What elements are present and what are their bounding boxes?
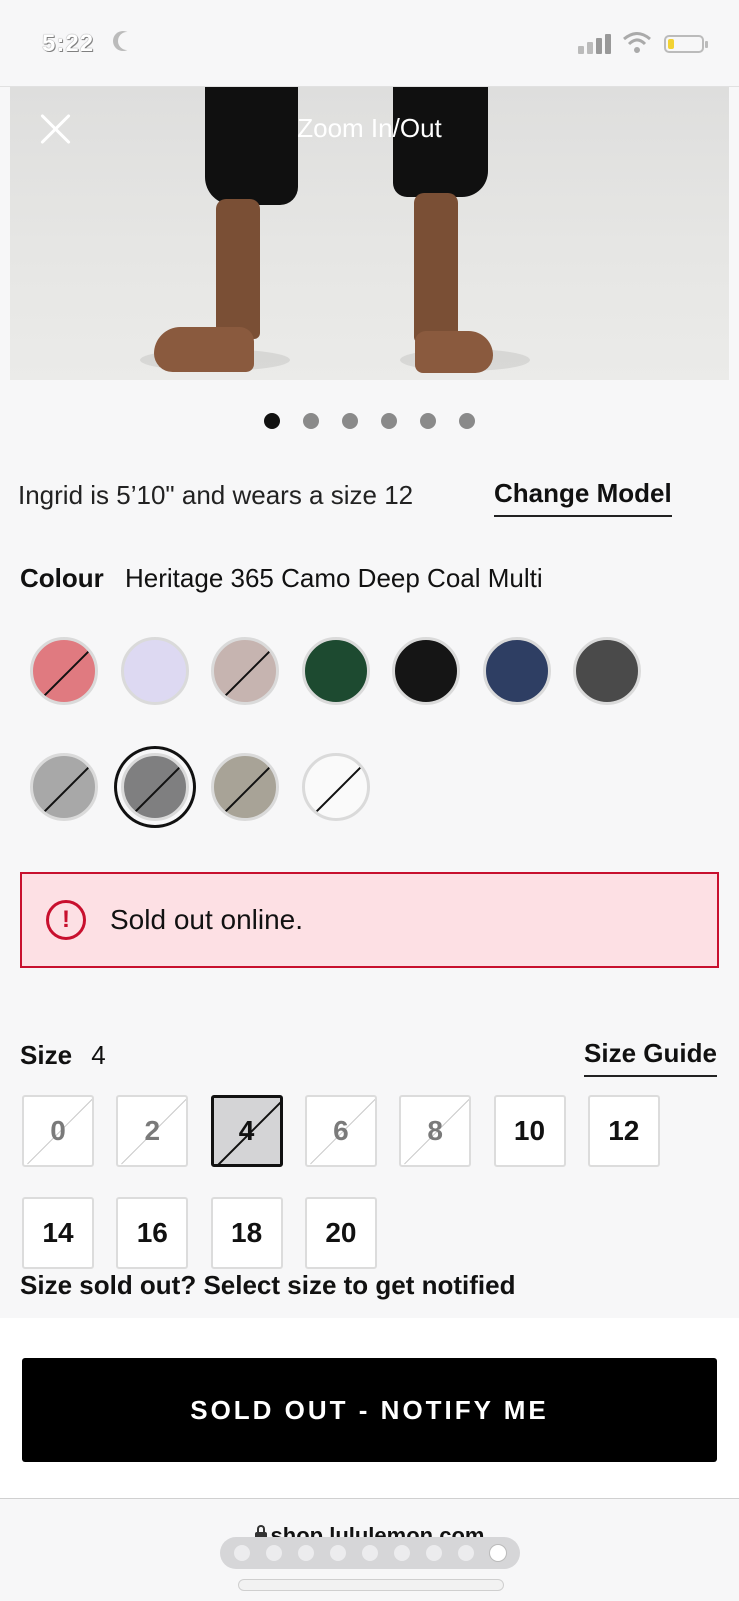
size-option-label: 8 xyxy=(427,1115,443,1146)
carousel-dot[interactable] xyxy=(459,413,475,429)
sold-out-slash xyxy=(217,642,276,702)
zoom-label[interactable]: Zoom In/Out xyxy=(10,113,729,144)
sold-out-alert: ! Sold out online. xyxy=(20,872,719,968)
size-label: Size xyxy=(20,1040,73,1070)
status-time: 5:22 xyxy=(42,30,95,57)
colour-swatch-pink[interactable] xyxy=(30,637,98,705)
size-option-6[interactable]: 6 xyxy=(304,1095,377,1167)
size-option-label: 6 xyxy=(333,1115,349,1146)
colour-swatch-lavender[interactable] xyxy=(120,637,189,705)
size-option-4[interactable]: 4 xyxy=(210,1095,283,1167)
size-guide-link[interactable]: Size Guide xyxy=(584,1038,717,1077)
tab-dot xyxy=(458,1545,474,1561)
colour-swatch-navy[interactable] xyxy=(482,637,551,705)
tab-dot xyxy=(266,1545,282,1561)
carousel-dot[interactable] xyxy=(420,413,436,429)
carousel-dot[interactable] xyxy=(381,413,397,429)
size-option-16[interactable]: 16 xyxy=(116,1197,189,1269)
tab-dot xyxy=(362,1545,378,1561)
size-option-label: 4 xyxy=(238,1115,255,1146)
colour-swatch-black[interactable] xyxy=(392,637,460,705)
size-option-label: 10 xyxy=(513,1115,546,1146)
size-option-10[interactable]: 10 xyxy=(493,1095,566,1167)
colour-swatch-white[interactable] xyxy=(301,753,370,821)
size-value: 4 xyxy=(91,1040,106,1070)
wifi-icon xyxy=(623,32,651,53)
tab-dot xyxy=(298,1545,314,1561)
tab-dot xyxy=(490,1545,506,1561)
size-option-18[interactable]: 18 xyxy=(210,1197,283,1269)
size-option-label: 2 xyxy=(144,1115,161,1146)
colour-swatch-taupe[interactable] xyxy=(211,637,279,705)
sold-out-slash xyxy=(36,758,95,818)
carousel-dot[interactable] xyxy=(264,413,280,429)
sold-out-slash xyxy=(308,758,367,818)
home-indicator xyxy=(238,1579,504,1591)
size-option-label: 14 xyxy=(42,1217,74,1248)
carousel-dot[interactable] xyxy=(303,413,319,429)
footer-bar: SOLD OUT - NOTIFY ME xyxy=(0,1318,739,1498)
size-row: Size 4 xyxy=(20,1040,106,1071)
size-notify-hint: Size sold out? Select size to get notifi… xyxy=(20,1270,516,1300)
size-option-label: 0 xyxy=(50,1115,66,1146)
colour-swatch-light-grey-camo[interactable] xyxy=(30,753,98,821)
model-info: Ingrid is 5’10" and wears a size 12 xyxy=(18,480,414,510)
size-option-label: 20 xyxy=(325,1217,357,1248)
status-bar: 5:22 xyxy=(0,0,739,87)
carousel-dot[interactable] xyxy=(342,413,358,429)
browser-bar: shop.lululemon.com xyxy=(0,1498,739,1601)
size-option-label: 12 xyxy=(608,1115,640,1146)
colour-label: Colour xyxy=(20,563,104,593)
colour-swatch-khaki[interactable] xyxy=(211,753,279,821)
sold-out-slash xyxy=(127,758,186,818)
carousel-dots xyxy=(0,413,739,429)
size-option-12[interactable]: 12 xyxy=(587,1095,660,1167)
sold-out-slash xyxy=(36,642,95,702)
signal-icon xyxy=(578,34,611,54)
battery-icon xyxy=(664,35,708,53)
tab-dot xyxy=(330,1545,346,1561)
alert-text: Sold out online. xyxy=(110,904,304,935)
product-image[interactable]: Zoom In/Out xyxy=(10,87,729,380)
size-option-label: 16 xyxy=(136,1217,168,1248)
tab-dot xyxy=(426,1545,442,1561)
colour-row: Colour Heritage 365 Camo Deep Coal Multi xyxy=(20,563,543,594)
notify-me-button[interactable]: SOLD OUT - NOTIFY ME xyxy=(22,1358,717,1462)
colour-swatch-charcoal[interactable] xyxy=(573,637,641,705)
alert-icon: ! xyxy=(46,900,86,940)
do-not-disturb-icon xyxy=(118,32,136,50)
change-model-link[interactable]: Change Model xyxy=(494,478,672,517)
colour-value: Heritage 365 Camo Deep Coal Multi xyxy=(125,563,543,593)
size-option-14[interactable]: 14 xyxy=(22,1197,94,1269)
tab-dot xyxy=(234,1545,250,1561)
tab-switcher[interactable] xyxy=(220,1537,520,1569)
colour-swatch-green[interactable] xyxy=(301,637,370,705)
colour-swatch-heritage-camo-deep-coal[interactable] xyxy=(120,753,189,821)
size-option-8[interactable]: 8 xyxy=(399,1095,472,1167)
size-option-label: 18 xyxy=(231,1217,263,1248)
tab-dot xyxy=(394,1545,410,1561)
size-option-20[interactable]: 20 xyxy=(304,1197,377,1269)
size-option-0[interactable]: 0 xyxy=(22,1095,94,1167)
sold-out-slash xyxy=(217,758,276,818)
size-option-2[interactable]: 2 xyxy=(116,1095,189,1167)
